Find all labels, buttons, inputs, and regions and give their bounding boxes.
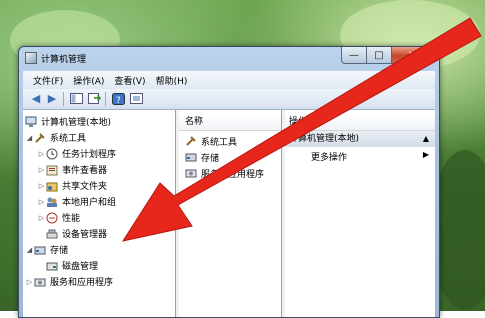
column-header-name[interactable]: 名称 — [179, 114, 281, 131]
more-actions-label: 更多操作 — [311, 153, 348, 163]
services-icon — [185, 169, 197, 178]
expand-arrow-icon[interactable]: ▷ — [37, 214, 46, 222]
system-tools-icon — [186, 136, 196, 146]
services-icon — [34, 278, 46, 286]
help-icon[interactable]: ? — [111, 92, 125, 105]
menu-file[interactable]: 文件(F) — [33, 74, 63, 87]
collapse-arrow-icon[interactable]: ◢ — [25, 246, 34, 254]
tree-item-system-tools[interactable]: ◢ 系统工具 — [25, 130, 86, 145]
system-tools-icon — [35, 132, 45, 143]
forward-arrow-icon[interactable]: ▶ — [45, 92, 59, 105]
performance-icon — [46, 212, 58, 223]
tree-item-device-manager[interactable]: 设备管理器 — [46, 226, 107, 241]
disk-icon — [46, 262, 58, 270]
storage-icon — [34, 246, 46, 254]
list-item-label: 存储 — [201, 153, 220, 164]
close-button[interactable]: ✕ — [392, 47, 433, 64]
tree-item-root[interactable]: 计算机管理(本地) — [25, 114, 111, 129]
tree-label-shared-folders: 共享文件夹 — [62, 182, 108, 192]
shared-folder-icon — [46, 182, 58, 191]
collapse-up-icon[interactable]: ▲ — [423, 131, 429, 147]
collapse-arrow-icon[interactable]: ◢ — [25, 134, 34, 142]
clock-icon — [46, 148, 58, 159]
list-item-label: 系统工具 — [201, 137, 238, 148]
computer-management-icon — [25, 116, 37, 127]
list-item-label: 服务和应用程序 — [201, 169, 265, 180]
computer-management-window: 计算机管理 — □ ✕ 文件(F) 操作(A) 查看(V) 帮助(H) ◀ ▶ … — [18, 46, 440, 318]
tree-label-root: 计算机管理(本地) — [41, 118, 112, 128]
maximize-button[interactable]: □ — [367, 47, 392, 64]
tree-label-event-viewer: 事件查看器 — [62, 166, 108, 176]
tree-item-storage[interactable]: ◢ 存储 — [25, 242, 68, 257]
minimize-button[interactable]: — — [341, 47, 367, 64]
svg-text:?: ? — [116, 96, 121, 105]
properties-icon[interactable] — [129, 92, 143, 105]
tree-label-disk-management: 磁盘管理 — [62, 262, 99, 272]
tree-label-local-users: 本地用户和组 — [62, 198, 117, 208]
computer-management-icon — [25, 52, 37, 64]
tree-item-performance[interactable]: ▷ 性能 — [37, 210, 80, 225]
actions-section-title: 计算机管理(本地) — [289, 134, 360, 144]
menu-view[interactable]: 查看(V) — [114, 74, 145, 87]
toolbar-separator — [105, 92, 106, 106]
expand-arrow-icon[interactable]: ▷ — [25, 278, 34, 286]
window-controls: — □ ✕ — [341, 47, 433, 64]
tree-item-local-users[interactable]: ▷ 本地用户和组 — [37, 194, 116, 209]
expand-arrow-icon[interactable]: ▷ — [37, 182, 46, 190]
tree-item-task-scheduler[interactable]: ▷ 任务计划程序 — [37, 146, 116, 161]
tree-label-performance: 性能 — [62, 214, 81, 224]
submenu-arrow-icon[interactable]: ▶ — [423, 150, 429, 159]
tree-label-task-scheduler: 任务计划程序 — [62, 150, 117, 160]
list-item[interactable]: 系统工具 — [185, 134, 237, 148]
tree-label-device-manager: 设备管理器 — [62, 230, 108, 240]
menu-bar: 文件(F) 操作(A) 查看(V) 帮助(H) — [23, 71, 435, 89]
title-bar[interactable]: 计算机管理 — □ ✕ — [19, 47, 439, 69]
results-pane: 名称 系统工具 存储 服务和应用程序 — [179, 110, 282, 317]
storage-icon — [185, 153, 197, 162]
tree-item-disk-management[interactable]: 磁盘管理 — [46, 258, 98, 273]
content-panes: 计算机管理(本地) ◢ 系统工具 ▷ 任务计划程序 ▷ 事件查看器 ▷ 共享文件… — [23, 110, 435, 317]
toolbar-separator — [63, 92, 64, 106]
tree-label-system-tools: 系统工具 — [50, 134, 87, 144]
expand-arrow-icon[interactable]: ▷ — [37, 150, 46, 158]
tree-item-services-apps[interactable]: ▷ 服务和应用程序 — [25, 274, 113, 289]
show-hide-tree-icon[interactable] — [69, 92, 83, 105]
actions-pane: 操作 计算机管理(本地) ▲ 更多操作 ▶ — [285, 110, 435, 317]
actions-header: 操作 — [285, 114, 435, 131]
tree-item-event-viewer[interactable]: ▷ 事件查看器 — [37, 162, 107, 177]
users-icon — [47, 197, 57, 207]
menu-action[interactable]: 操作(A) — [73, 74, 104, 87]
window-title: 计算机管理 — [41, 55, 87, 65]
export-list-icon[interactable] — [87, 92, 101, 105]
tree-label-storage: 存储 — [50, 246, 69, 256]
expand-arrow-icon[interactable]: ▷ — [37, 198, 46, 206]
toolbar: ◀ ▶ ? — [23, 89, 435, 110]
tree-label-services-apps: 服务和应用程序 — [50, 278, 114, 288]
list-item[interactable]: 服务和应用程序 — [185, 166, 264, 180]
menu-help[interactable]: 帮助(H) — [156, 74, 188, 87]
actions-section[interactable]: 计算机管理(本地) ▲ — [285, 131, 435, 147]
back-arrow-icon[interactable]: ◀ — [29, 92, 43, 105]
tree-item-shared-folders[interactable]: ▷ 共享文件夹 — [37, 178, 107, 193]
expand-arrow-icon[interactable]: ▷ — [37, 166, 46, 174]
console-tree: 计算机管理(本地) ◢ 系统工具 ▷ 任务计划程序 ▷ 事件查看器 ▷ 共享文件… — [23, 110, 176, 317]
device-manager-icon — [46, 229, 58, 238]
list-item[interactable]: 存储 — [185, 150, 219, 164]
more-actions-item[interactable]: 更多操作 — [311, 150, 347, 163]
event-viewer-icon — [46, 165, 58, 175]
